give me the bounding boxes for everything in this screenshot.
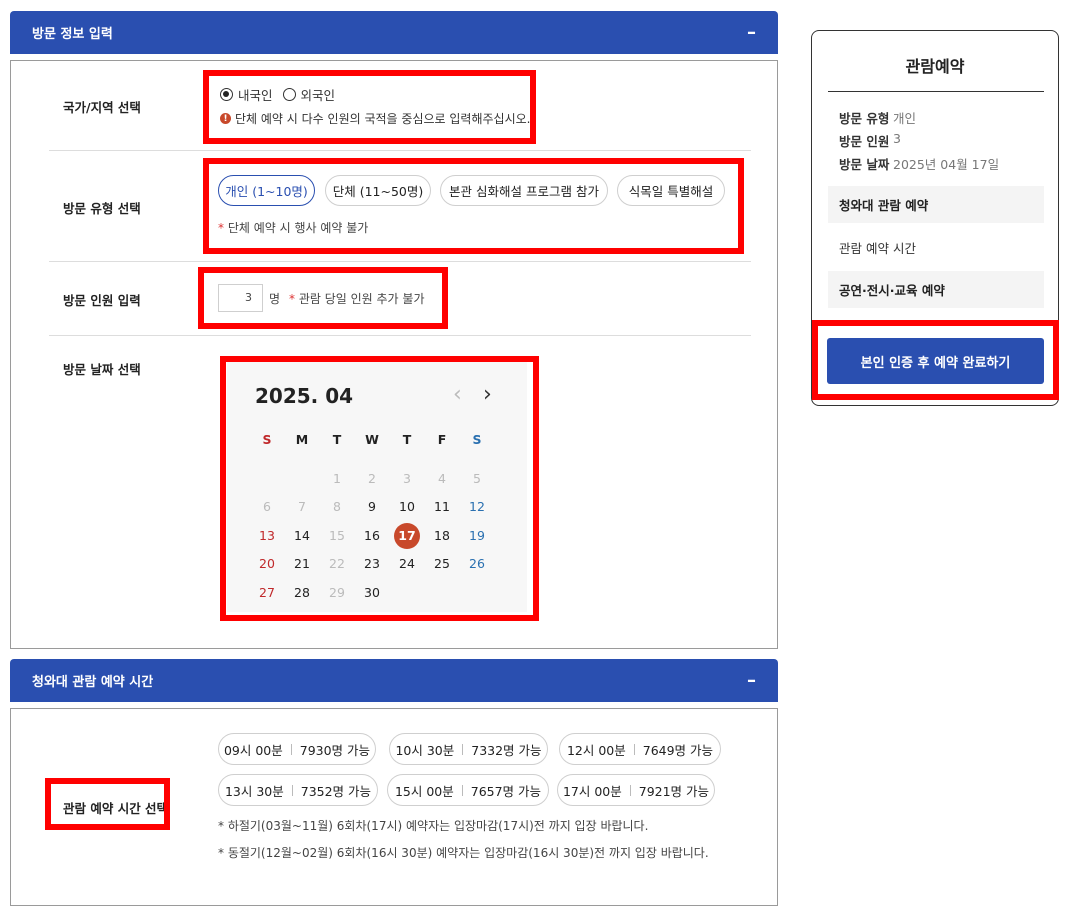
time-slot-time: 10시 30분: [395, 742, 455, 758]
collapse-icon[interactable]: –: [747, 23, 756, 42]
time-slot-button[interactable]: 17시 00분 7921명 가능: [557, 774, 715, 806]
divider: [49, 261, 751, 262]
separator: [633, 743, 635, 755]
summary-visit-count: 방문 인원 3: [839, 131, 901, 150]
summary-reservation-time: 관람 예약 시간: [839, 241, 916, 256]
time-slot-availability: 7921명 가능: [638, 783, 710, 799]
summary-key: 방문 인원: [839, 134, 890, 149]
time-slot-time: 13시 30분: [224, 783, 284, 799]
highlight-calendar: [220, 356, 539, 621]
time-slot-availability: 7352명 가능: [300, 783, 372, 799]
time-slot-time: 15시 00분: [394, 783, 454, 799]
visit-info-title: 방문 정보 입력: [32, 27, 113, 42]
highlight-country: [203, 70, 536, 144]
highlight-visit-type: [203, 158, 744, 254]
summary-key: 방문 날짜: [839, 157, 890, 172]
collapse-icon[interactable]: –: [747, 671, 756, 690]
separator: [291, 784, 293, 796]
time-slot-availability: 7332명 가능: [471, 742, 542, 758]
reservation-summary: 관람예약 방문 유형 개인 방문 인원 3 방문 날짜 2025년 04월 17…: [811, 30, 1059, 406]
divider: [828, 91, 1044, 92]
time-section-body: 관람 예약 시간 선택 09시 00분 7930명 가능 10시 30분 7332명 …: [10, 708, 778, 906]
divider: [49, 150, 751, 151]
summary-title: 관람예약: [905, 57, 965, 76]
count-label: 방문 인원 입력: [63, 293, 141, 308]
summary-value: 개인: [893, 111, 917, 126]
winter-note: * 동절기(12월~02월) 6회차(16시 30분) 예약자는 입장마감(16…: [218, 846, 709, 860]
time-slot-time: 17시 00분: [562, 783, 622, 799]
summary-value: 2025년 04월 17일: [893, 157, 1000, 172]
summary-key: 방문 유형: [839, 111, 890, 126]
time-slot-button[interactable]: 13시 30분 7352명 가능: [218, 774, 378, 806]
highlight-time-label: [45, 778, 170, 830]
summer-note: * 하절기(03월~11월) 6회차(17시) 예약자는 입장마감(17시)전 …: [218, 819, 649, 833]
divider: [49, 335, 751, 336]
time-section-header[interactable]: 청와대 관람 예약 시간 –: [10, 659, 778, 702]
time-slot-time: 09시 00분: [223, 742, 283, 758]
time-slot-button[interactable]: 15시 00분 7657명 가능: [387, 774, 549, 806]
time-slot-availability: 7657명 가능: [470, 783, 542, 799]
time-slot-availability: 7649명 가능: [642, 742, 714, 758]
time-slot-button[interactable]: 10시 30분 7332명 가능: [389, 733, 548, 765]
separator: [462, 743, 464, 755]
separator: [290, 743, 292, 755]
summary-visit-type: 방문 유형 개인: [839, 108, 916, 127]
summary-performance-reservation: 공연·전시·교육 예약: [828, 271, 1044, 308]
summary-cheongwadae-reservation: 청와대 관람 예약: [828, 186, 1044, 223]
summary-visit-date: 방문 날짜 2025년 04월 17일: [839, 154, 999, 173]
time-slot-button[interactable]: 09시 00분 7930명 가능: [218, 733, 376, 765]
time-section-title: 청와대 관람 예약 시간: [32, 675, 154, 690]
separator: [461, 784, 463, 796]
highlight-count: [198, 267, 448, 329]
visit-info-header[interactable]: 방문 정보 입력 –: [10, 11, 778, 54]
time-slot-button[interactable]: 12시 00분 7649명 가능: [559, 733, 721, 765]
separator: [629, 784, 631, 796]
time-slot-availability: 7930명 가능: [299, 742, 371, 758]
verify-and-complete-button[interactable]: 본인 인증 후 예약 완료하기: [827, 338, 1044, 384]
country-label: 국가/지역 선택: [63, 100, 141, 115]
time-slot-time: 12시 00분: [566, 742, 626, 758]
visit-info-body: 국가/지역 선택 내국인 외국인 ! 단체 예약 시 다수 인원의 국적을 중심…: [10, 60, 778, 649]
date-label: 방문 날짜 선택: [63, 362, 141, 377]
visit-type-label: 방문 유형 선택: [63, 201, 141, 216]
summary-value: 3: [893, 131, 901, 146]
